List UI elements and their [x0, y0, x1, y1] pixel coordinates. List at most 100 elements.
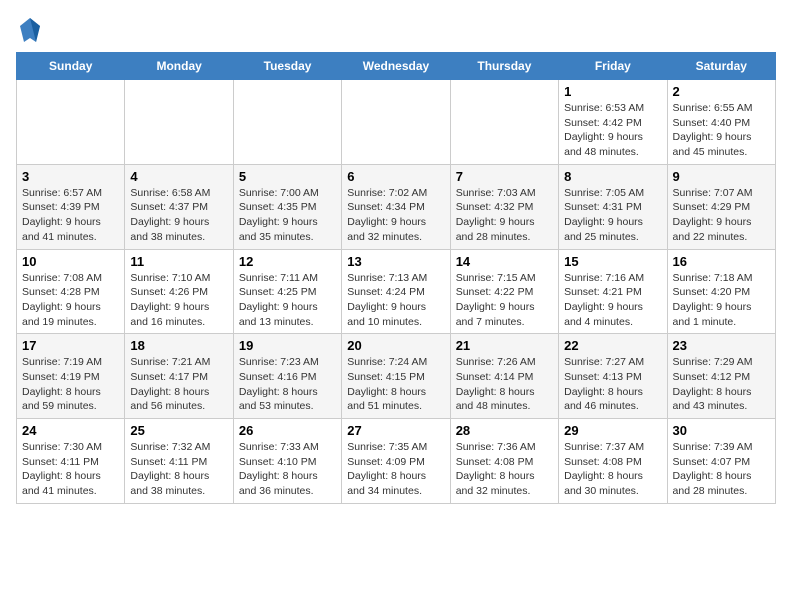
- day-number: 4: [130, 169, 227, 184]
- calendar-cell: 25 Sunrise: 7:32 AM Sunset: 4:11 PM Dayli…: [125, 419, 233, 504]
- day-number: 18: [130, 338, 227, 353]
- weekday-header: Monday: [125, 53, 233, 80]
- calendar-cell: 29Sunrise: 7:37 AM Sunset: 4:08 PM Dayli…: [559, 419, 667, 504]
- day-info: Sunrise: 7:13 AM Sunset: 4:24 PM Dayligh…: [347, 271, 444, 330]
- day-number: 24: [22, 423, 119, 438]
- calendar-cell: 27 Sunrise: 7:35 AM Sunset: 4:09 PM Dayli…: [342, 419, 450, 504]
- day-number: 7: [456, 169, 553, 184]
- day-number: 11: [130, 254, 227, 269]
- day-info: Sunrise: 7:24 AM Sunset: 4:15 PM Dayligh…: [347, 355, 444, 414]
- calendar-cell: 7 Sunrise: 7:03 AM Sunset: 4:32 PM Daylig…: [450, 164, 558, 249]
- day-info: Sunrise: 7:19 AM Sunset: 4:19 PM Dayligh…: [22, 355, 119, 414]
- calendar-cell: 24 Sunrise: 7:30 AM Sunset: 4:11 PM Dayli…: [17, 419, 125, 504]
- calendar-week-row: 10 Sunrise: 7:08 AM Sunset: 4:28 PM Dayli…: [17, 249, 776, 334]
- day-number: 2: [673, 84, 770, 99]
- calendar-cell: 30 Sunrise: 7:39 AM Sunset: 4:07 PM Dayli…: [667, 419, 775, 504]
- day-number: 9: [673, 169, 770, 184]
- calendar-cell: 19 Sunrise: 7:23 AM Sunset: 4:16 PM Dayli…: [233, 334, 341, 419]
- day-number: 27: [347, 423, 444, 438]
- calendar-cell: 18 Sunrise: 7:21 AM Sunset: 4:17 PM Dayli…: [125, 334, 233, 419]
- day-info: Sunrise: 7:27 AM Sunset: 4:13 PM Dayligh…: [564, 355, 661, 414]
- day-info: Sunrise: 7:05 AM Sunset: 4:31 PM Dayligh…: [564, 186, 661, 245]
- calendar-cell: 15Sunrise: 7:16 AM Sunset: 4:21 PM Dayli…: [559, 249, 667, 334]
- day-info: Sunrise: 7:30 AM Sunset: 4:11 PM Dayligh…: [22, 440, 119, 499]
- day-info: Sunrise: 6:55 AM Sunset: 4:40 PM Dayligh…: [673, 101, 770, 160]
- calendar-week-row: 24 Sunrise: 7:30 AM Sunset: 4:11 PM Dayli…: [17, 419, 776, 504]
- calendar-cell: 14 Sunrise: 7:15 AM Sunset: 4:22 PM Dayli…: [450, 249, 558, 334]
- day-info: Sunrise: 7:10 AM Sunset: 4:26 PM Dayligh…: [130, 271, 227, 330]
- weekday-header: Tuesday: [233, 53, 341, 80]
- day-number: 30: [673, 423, 770, 438]
- day-info: Sunrise: 7:21 AM Sunset: 4:17 PM Dayligh…: [130, 355, 227, 414]
- calendar-cell: 13 Sunrise: 7:13 AM Sunset: 4:24 PM Dayli…: [342, 249, 450, 334]
- day-number: 25: [130, 423, 227, 438]
- logo-icon: [18, 16, 42, 44]
- calendar-cell: 23Sunrise: 7:29 AM Sunset: 4:12 PM Dayli…: [667, 334, 775, 419]
- calendar-cell: [125, 80, 233, 165]
- day-number: 5: [239, 169, 336, 184]
- day-number: 28: [456, 423, 553, 438]
- weekday-header: Wednesday: [342, 53, 450, 80]
- day-number: 19: [239, 338, 336, 353]
- day-number: 20: [347, 338, 444, 353]
- day-info: Sunrise: 7:26 AM Sunset: 4:14 PM Dayligh…: [456, 355, 553, 414]
- day-number: 14: [456, 254, 553, 269]
- day-info: Sunrise: 7:07 AM Sunset: 4:29 PM Dayligh…: [673, 186, 770, 245]
- day-info: Sunrise: 7:08 AM Sunset: 4:28 PM Dayligh…: [22, 271, 119, 330]
- day-number: 13: [347, 254, 444, 269]
- weekday-header: Friday: [559, 53, 667, 80]
- calendar-cell: [450, 80, 558, 165]
- weekday-header: Saturday: [667, 53, 775, 80]
- day-number: 26: [239, 423, 336, 438]
- day-info: Sunrise: 7:00 AM Sunset: 4:35 PM Dayligh…: [239, 186, 336, 245]
- day-number: 29: [564, 423, 661, 438]
- day-info: Sunrise: 7:35 AM Sunset: 4:09 PM Dayligh…: [347, 440, 444, 499]
- calendar-cell: 10 Sunrise: 7:08 AM Sunset: 4:28 PM Dayli…: [17, 249, 125, 334]
- day-info: Sunrise: 7:11 AM Sunset: 4:25 PM Dayligh…: [239, 271, 336, 330]
- calendar-cell: 4 Sunrise: 6:58 AM Sunset: 4:37 PM Daylig…: [125, 164, 233, 249]
- logo: [16, 16, 44, 44]
- day-info: Sunrise: 7:33 AM Sunset: 4:10 PM Dayligh…: [239, 440, 336, 499]
- day-info: Sunrise: 7:36 AM Sunset: 4:08 PM Dayligh…: [456, 440, 553, 499]
- weekday-header: Sunday: [17, 53, 125, 80]
- day-info: Sunrise: 6:53 AM Sunset: 4:42 PM Dayligh…: [564, 101, 661, 160]
- day-info: Sunrise: 7:02 AM Sunset: 4:34 PM Dayligh…: [347, 186, 444, 245]
- calendar-cell: [17, 80, 125, 165]
- day-number: 8: [564, 169, 661, 184]
- calendar-week-row: 17Sunrise: 7:19 AM Sunset: 4:19 PM Dayli…: [17, 334, 776, 419]
- calendar-cell: 26 Sunrise: 7:33 AM Sunset: 4:10 PM Dayli…: [233, 419, 341, 504]
- day-number: 15: [564, 254, 661, 269]
- day-info: Sunrise: 7:32 AM Sunset: 4:11 PM Dayligh…: [130, 440, 227, 499]
- calendar-cell: 20 Sunrise: 7:24 AM Sunset: 4:15 PM Dayli…: [342, 334, 450, 419]
- calendar-cell: 5 Sunrise: 7:00 AM Sunset: 4:35 PM Daylig…: [233, 164, 341, 249]
- calendar-cell: 28 Sunrise: 7:36 AM Sunset: 4:08 PM Dayli…: [450, 419, 558, 504]
- calendar-cell: [233, 80, 341, 165]
- calendar-cell: 2 Sunrise: 6:55 AM Sunset: 4:40 PM Daylig…: [667, 80, 775, 165]
- calendar-cell: 16 Sunrise: 7:18 AM Sunset: 4:20 PM Dayli…: [667, 249, 775, 334]
- page-header: [16, 16, 776, 44]
- calendar-cell: 21 Sunrise: 7:26 AM Sunset: 4:14 PM Dayli…: [450, 334, 558, 419]
- day-info: Sunrise: 7:18 AM Sunset: 4:20 PM Dayligh…: [673, 271, 770, 330]
- day-info: Sunrise: 7:39 AM Sunset: 4:07 PM Dayligh…: [673, 440, 770, 499]
- day-info: Sunrise: 7:15 AM Sunset: 4:22 PM Dayligh…: [456, 271, 553, 330]
- day-number: 23: [673, 338, 770, 353]
- calendar-cell: 17Sunrise: 7:19 AM Sunset: 4:19 PM Dayli…: [17, 334, 125, 419]
- calendar-table: SundayMondayTuesdayWednesdayThursdayFrid…: [16, 52, 776, 504]
- calendar-cell: 22 Sunrise: 7:27 AM Sunset: 4:13 PM Dayli…: [559, 334, 667, 419]
- day-info: Sunrise: 7:23 AM Sunset: 4:16 PM Dayligh…: [239, 355, 336, 414]
- day-info: Sunrise: 6:58 AM Sunset: 4:37 PM Dayligh…: [130, 186, 227, 245]
- calendar-week-row: 1Sunrise: 6:53 AM Sunset: 4:42 PM Daylig…: [17, 80, 776, 165]
- calendar-cell: 11 Sunrise: 7:10 AM Sunset: 4:26 PM Dayli…: [125, 249, 233, 334]
- day-info: Sunrise: 7:03 AM Sunset: 4:32 PM Dayligh…: [456, 186, 553, 245]
- weekday-header: Thursday: [450, 53, 558, 80]
- day-info: Sunrise: 6:57 AM Sunset: 4:39 PM Dayligh…: [22, 186, 119, 245]
- day-number: 22: [564, 338, 661, 353]
- calendar-cell: 12 Sunrise: 7:11 AM Sunset: 4:25 PM Dayli…: [233, 249, 341, 334]
- day-number: 21: [456, 338, 553, 353]
- calendar-cell: 9 Sunrise: 7:07 AM Sunset: 4:29 PM Daylig…: [667, 164, 775, 249]
- day-number: 12: [239, 254, 336, 269]
- weekday-header-row: SundayMondayTuesdayWednesdayThursdayFrid…: [17, 53, 776, 80]
- day-number: 16: [673, 254, 770, 269]
- day-number: 10: [22, 254, 119, 269]
- calendar-week-row: 3Sunrise: 6:57 AM Sunset: 4:39 PM Daylig…: [17, 164, 776, 249]
